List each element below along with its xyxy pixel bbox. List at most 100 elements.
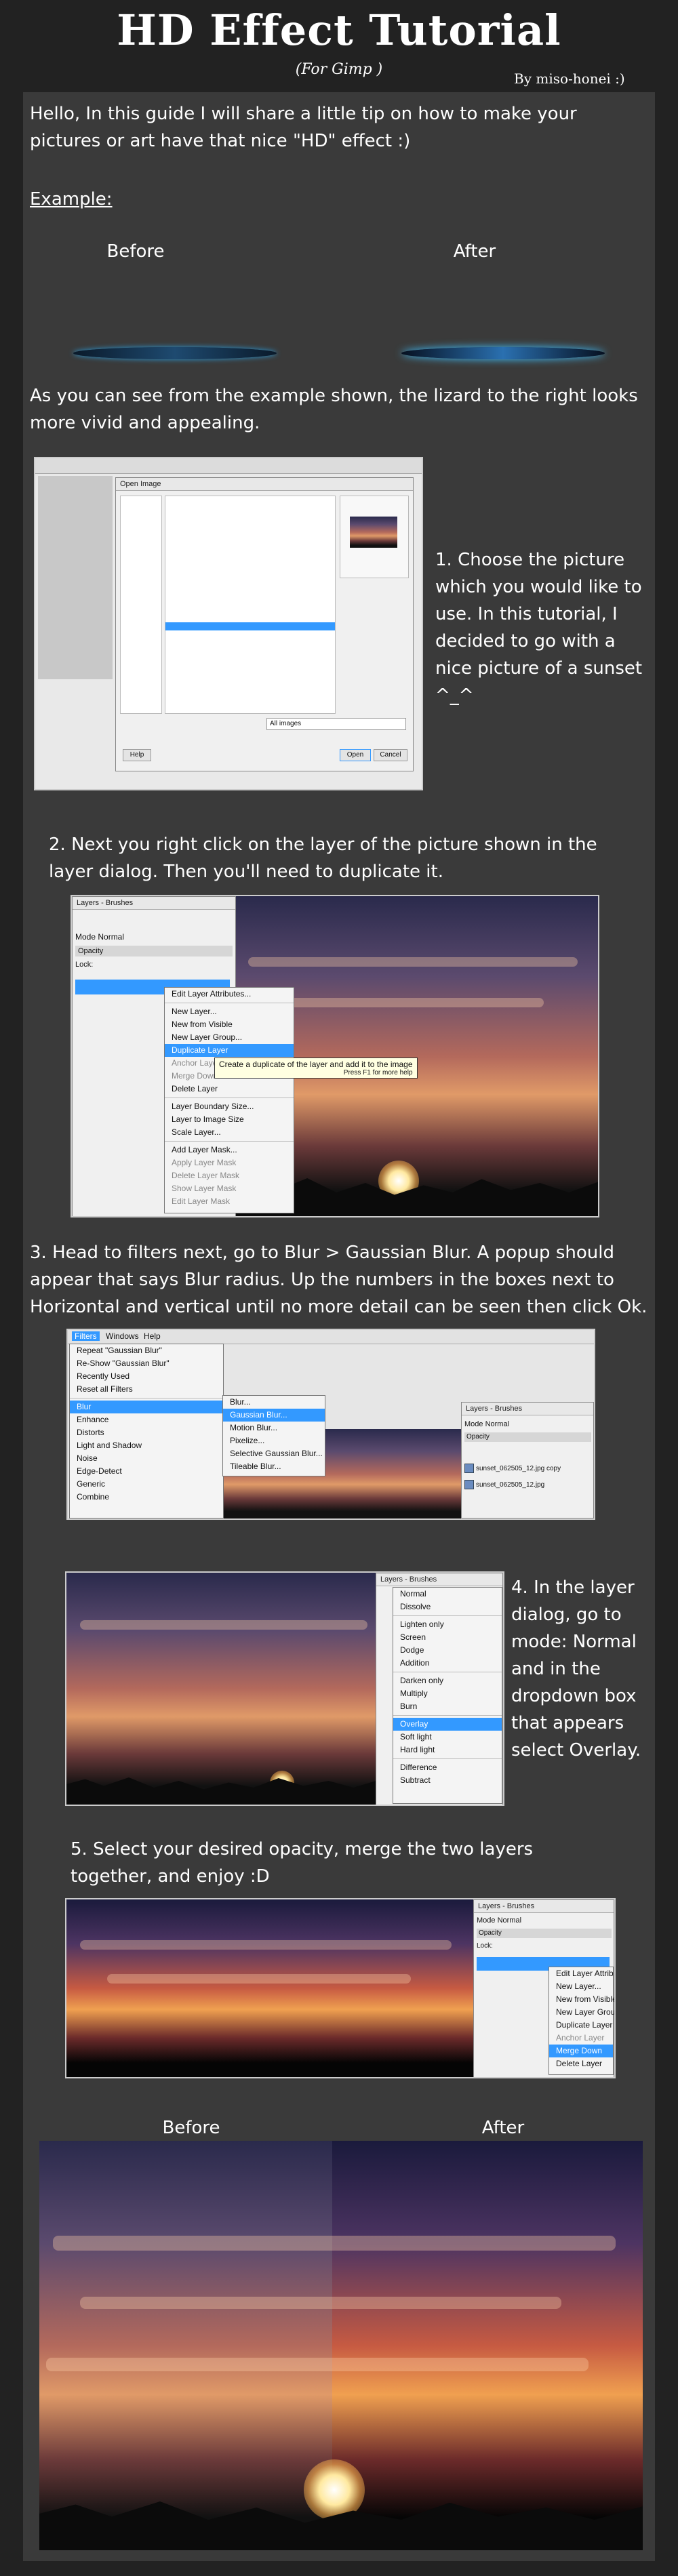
comparison-text: As you can see from the example shown, t… (30, 386, 638, 433)
menu-scale-layer[interactable]: Scale Layer... (165, 1126, 294, 1139)
menu-layer-to-image-size[interactable]: Layer to Image Size (165, 1113, 294, 1126)
layers-dialog: Layers - Brushes Mode Normal Opacity Loc… (473, 1899, 614, 2077)
menu-edit-layer-mask[interactable]: Edit Layer Mask (165, 1195, 294, 1208)
mode-selector[interactable]: Mode Normal (75, 932, 124, 942)
mode-multiply[interactable]: Multiply (393, 1687, 502, 1700)
lock-label: Lock: (75, 961, 94, 969)
menu-combine[interactable]: Combine (70, 1491, 223, 1504)
merge-layers-screenshot: Layers - Brushes Mode Normal Opacity Loc… (65, 1898, 616, 2078)
places-list[interactable] (120, 496, 162, 714)
file-type-filter[interactable]: All images (266, 718, 406, 730)
opacity-slider[interactable]: Opacity (75, 946, 233, 957)
mode-difference[interactable]: Difference (393, 1761, 502, 1774)
menu-add-layer-mask[interactable]: Add Layer Mask... (165, 1144, 294, 1156)
open-dialog-title: Open Image (116, 478, 413, 491)
menu-blur[interactable]: Blur (70, 1401, 223, 1413)
menu-generic[interactable]: Generic (70, 1478, 223, 1491)
example-after-label: After (453, 241, 496, 262)
filters-menu: Repeat "Gaussian Blur" Re-Show "Gaussian… (69, 1344, 224, 1518)
menu-tileable-blur[interactable]: Tileable Blur... (223, 1460, 325, 1473)
menu-new-layer[interactable]: New Layer... (549, 1980, 613, 1993)
mode-selector[interactable]: Mode Normal (477, 1916, 521, 1925)
menu-light-and-shadow[interactable]: Light and Shadow (70, 1439, 223, 1452)
menu-reset-all-filters[interactable]: Reset all Filters (70, 1383, 223, 1396)
gimp-open-screenshot: Open Image All images Help Open Cancel (34, 457, 423, 790)
menu-noise[interactable]: Noise (70, 1452, 223, 1465)
layers-dialog: Layers - Brushes Normal Dissolve Lighten… (376, 1573, 503, 1805)
layers-dialog-title: Layers - Brushes (73, 897, 235, 910)
layer-context-menu: Edit Layer Attrib... New Layer... New fr… (549, 1967, 614, 2075)
tooltip-help: Press F1 for more help (343, 1069, 413, 1076)
author-byline: By miso-honei :) (514, 71, 625, 87)
menu-merge-down[interactable]: Merge Down (549, 2045, 613, 2057)
mode-screen[interactable]: Screen (393, 1631, 502, 1644)
mode-dissolve[interactable]: Dissolve (393, 1601, 502, 1613)
selected-file-row[interactable] (165, 622, 335, 630)
mode-soft-light[interactable]: Soft light (393, 1731, 502, 1744)
layer-name-original: sunset_062505_12.jpg (476, 1481, 545, 1489)
mode-selector[interactable]: Mode Normal (464, 1420, 509, 1428)
layer-row-original[interactable]: sunset_062505_12.jpg (464, 1478, 589, 1492)
preview-pane (340, 496, 409, 578)
menu-edge-detect[interactable]: Edge-Detect (70, 1465, 223, 1478)
layer-name-copy: sunset_062505_12.jpg copy (476, 1465, 561, 1472)
open-button[interactable]: Open (340, 749, 371, 761)
menu-enhance[interactable]: Enhance (70, 1413, 223, 1426)
step4-text: 4. In the layer dialog, go to mode: Norm… (511, 1577, 641, 1760)
menu-recently-used[interactable]: Recently Used (70, 1370, 223, 1383)
menu-pixelize[interactable]: Pixelize... (223, 1434, 325, 1447)
menu-windows[interactable]: Windows (106, 1331, 139, 1341)
opacity-slider[interactable]: Opacity (477, 1929, 612, 1938)
blur-submenu: Blur... Gaussian Blur... Motion Blur... … (222, 1395, 325, 1476)
opacity-slider[interactable]: Opacity (464, 1432, 591, 1442)
menu-help[interactable]: Help (144, 1331, 161, 1341)
menu-anchor-layer[interactable]: Anchor Layer (549, 2032, 613, 2045)
menu-gaussian-blur[interactable]: Gaussian Blur... (223, 1409, 325, 1422)
mode-hard-light[interactable]: Hard light (393, 1744, 502, 1756)
mode-darken-only[interactable]: Darken only (393, 1674, 502, 1687)
menu-reshow-gaussian-blur[interactable]: Re-Show "Gaussian Blur" (70, 1357, 223, 1370)
mode-burn[interactable]: Burn (393, 1700, 502, 1713)
mode-subtract[interactable]: Subtract (393, 1774, 502, 1787)
layer-row-copy[interactable]: sunset_062505_12.jpg copy (464, 1462, 589, 1476)
menu-apply-layer-mask[interactable]: Apply Layer Mask (165, 1156, 294, 1169)
step2-text: 2. Next you right click on the layer of … (49, 834, 597, 882)
menu-new-layer[interactable]: New Layer... (165, 1005, 294, 1018)
menu-show-layer-mask[interactable]: Show Layer Mask (165, 1182, 294, 1195)
mode-dodge[interactable]: Dodge (393, 1644, 502, 1657)
file-list[interactable] (165, 496, 336, 714)
intro-text: Hello, In this guide I will share a litt… (30, 104, 577, 151)
tooltip-text: Create a duplicate of the layer and add … (219, 1060, 413, 1069)
mode-overlay[interactable]: Overlay (393, 1718, 502, 1731)
layers-dialog: Layers - Brushes Mode Normal Opacity sun… (461, 1402, 594, 1518)
menu-duplicate-layer[interactable]: Duplicate Layer (165, 1044, 294, 1057)
menu-delete-layer[interactable]: Delete Layer (549, 2057, 613, 2070)
help-button[interactable]: Help (123, 749, 151, 761)
menu-selective-gaussian-blur[interactable]: Selective Gaussian Blur... (223, 1447, 325, 1460)
open-image-dialog: Open Image All images Help Open Cancel (115, 477, 414, 771)
menu-filters[interactable]: Filters (72, 1331, 100, 1341)
menu-distorts[interactable]: Distorts (70, 1426, 223, 1439)
menu-new-from-visible[interactable]: New from Visible (549, 1993, 614, 2006)
mode-normal[interactable]: Normal (393, 1588, 502, 1601)
mode-lighten-only[interactable]: Lighten only (393, 1618, 502, 1631)
menu-layer-boundary-size[interactable]: Layer Boundary Size... (165, 1100, 294, 1113)
page-title: HD Effect Tutorial (117, 5, 561, 55)
mode-addition[interactable]: Addition (393, 1657, 502, 1670)
menu-duplicate-layer[interactable]: Duplicate Layer (549, 2019, 613, 2032)
menu-edit-layer-attributes[interactable]: Edit Layer Attrib... (549, 1967, 614, 1980)
gimp-menubar (35, 458, 422, 474)
filters-menu-screenshot: Filters Windows Help Repeat "Gaussian Bl… (66, 1329, 595, 1520)
menu-motion-blur[interactable]: Motion Blur... (223, 1422, 325, 1434)
menu-new-layer-group[interactable]: New Layer Group... (165, 1031, 294, 1044)
step5-text: 5. Select your desired opacity, merge th… (71, 1839, 534, 1887)
cancel-button[interactable]: Cancel (374, 749, 407, 761)
menu-new-from-visible[interactable]: New from Visible (165, 1018, 294, 1031)
step3-text: 3. Head to filters next, go to Blur > Ga… (30, 1243, 647, 1317)
menu-new-layer-group[interactable]: New Layer Group... (549, 2006, 614, 2019)
menu-delete-layer-mask[interactable]: Delete Layer Mask (165, 1169, 294, 1182)
menu-blur-item[interactable]: Blur... (223, 1396, 325, 1409)
menu-repeat-gaussian-blur[interactable]: Repeat "Gaussian Blur" (70, 1344, 223, 1357)
menu-edit-layer-attributes[interactable]: Edit Layer Attributes... (165, 988, 294, 1001)
menu-delete-layer[interactable]: Delete Layer (165, 1083, 294, 1095)
